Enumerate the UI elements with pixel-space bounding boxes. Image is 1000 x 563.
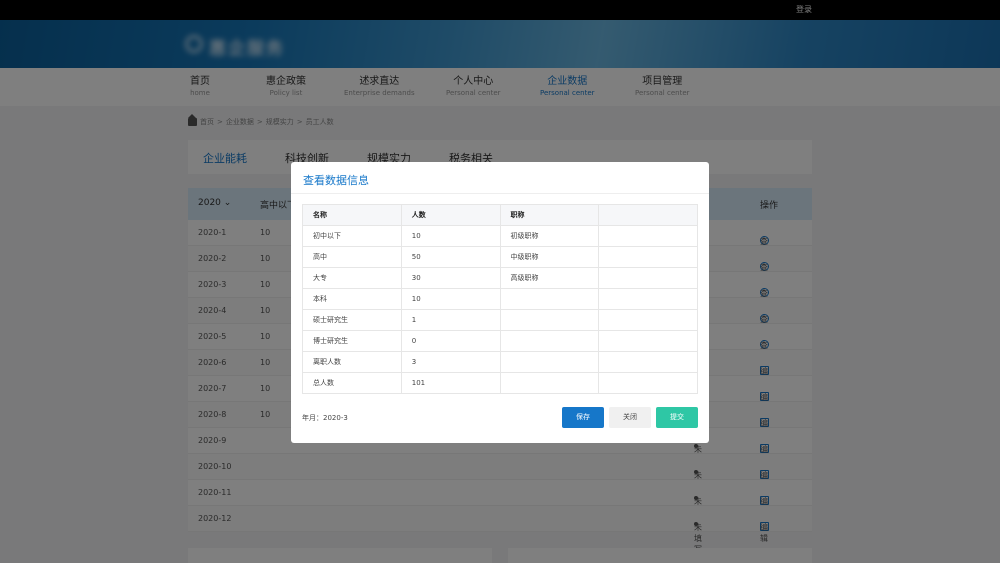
data-cell xyxy=(598,246,698,268)
data-table-row: 硕士研究生 1 xyxy=(302,309,698,331)
data-cell: 总人数 xyxy=(302,372,402,394)
data-table-header: 名称 人数 职称 xyxy=(302,204,698,226)
data-cell: 离职人数 xyxy=(302,351,402,373)
data-cell: 初中以下 xyxy=(302,225,402,247)
modal-divider xyxy=(291,193,709,194)
save-button[interactable]: 保存 xyxy=(562,407,604,428)
data-cell: 1 xyxy=(400,309,501,331)
data-cell xyxy=(598,351,698,373)
data-cell: 高级职称 xyxy=(499,267,600,289)
data-cell: 硕士研究生 xyxy=(302,309,402,331)
data-cell: 初级职称 xyxy=(499,225,600,247)
data-cell xyxy=(499,351,600,373)
modal-title: 查看数据信息 xyxy=(303,174,369,187)
data-table-row: 离职人数 3 xyxy=(302,351,698,373)
data-cell xyxy=(499,330,600,352)
data-cell: 101 xyxy=(400,372,501,394)
data-cell xyxy=(598,225,698,247)
data-cell: 50 xyxy=(400,246,501,268)
data-cell: 高中 xyxy=(302,246,402,268)
data-table-row: 高中 50 中级职称 xyxy=(302,246,698,268)
data-table-row: 总人数 101 xyxy=(302,372,698,394)
data-cell xyxy=(598,372,698,394)
data-table-row: 本科 10 xyxy=(302,288,698,310)
data-cell xyxy=(499,372,600,394)
month-label: 年月：2020-3 xyxy=(302,414,348,422)
close-button[interactable]: 关闭 xyxy=(609,407,651,428)
data-cell xyxy=(598,330,698,352)
data-cell: 本科 xyxy=(302,288,402,310)
data-cell xyxy=(598,288,698,310)
data-cell xyxy=(598,267,698,289)
data-cell: 博士研究生 xyxy=(302,330,402,352)
data-table-row: 初中以下 10 初级职称 xyxy=(302,225,698,247)
data-cell xyxy=(499,309,600,331)
data-table-row: 博士研究生 0 xyxy=(302,330,698,352)
data-cell xyxy=(598,309,698,331)
data-table: 名称 人数 职称 初中以下 10 初级职称 高中 50 中级职称 大专 30 高级职称 本科 10 硕… xyxy=(302,204,698,394)
data-cell: 3 xyxy=(400,351,501,373)
data-cell: 30 xyxy=(400,267,501,289)
data-cell: 10 xyxy=(400,225,501,247)
data-cell: 0 xyxy=(400,330,501,352)
data-cell: 10 xyxy=(400,288,501,310)
view-data-modal: 查看数据信息 名称 人数 职称 初中以下 10 初级职称 高中 50 中级职称 大专 30 高级… xyxy=(291,162,709,443)
data-cell xyxy=(499,288,600,310)
submit-button[interactable]: 提交 xyxy=(656,407,698,428)
data-cell: 大专 xyxy=(302,267,402,289)
data-cell: 中级职称 xyxy=(499,246,600,268)
data-table-row: 大专 30 高级职称 xyxy=(302,267,698,289)
